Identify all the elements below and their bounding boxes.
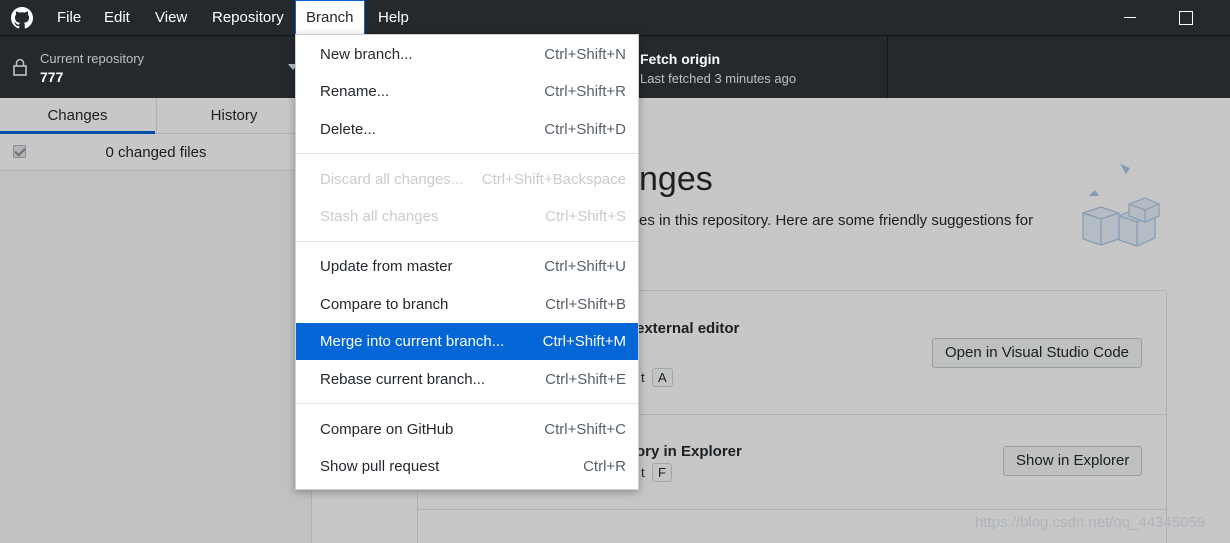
- menu-item-accelerator: Ctrl+Shift+R: [544, 83, 626, 100]
- menu-item-label: New branch...: [320, 46, 413, 63]
- menu-item-accelerator: Ctrl+Shift+D: [544, 121, 626, 138]
- menu-separator: [296, 241, 638, 242]
- menu-separator: [296, 403, 638, 404]
- watermark-text: https://blog.csdn.net/qq_44345059: [975, 514, 1206, 531]
- menu-item-label: Update from master: [320, 258, 453, 275]
- menu-item-label: Compare to branch: [320, 296, 449, 313]
- lock-icon: [13, 58, 27, 76]
- menu-item-compare-on-github[interactable]: Compare on GitHub Ctrl+Shift+C: [296, 411, 638, 448]
- fetch-origin-subtitle: Last fetched 3 minutes ago: [640, 71, 797, 86]
- menu-branch[interactable]: Branch: [295, 0, 365, 35]
- menu-item-accelerator: Ctrl+Shift+N: [544, 46, 626, 63]
- menu-item-label: Compare on GitHub: [320, 421, 454, 438]
- maximize-button[interactable]: [1162, 0, 1208, 35]
- menu-help[interactable]: Help: [368, 0, 419, 35]
- menu-separator: [296, 153, 638, 154]
- repository-name: 777: [40, 69, 64, 85]
- branch-menu-dropdown: New branch... Ctrl+Shift+N Rename... Ctr…: [295, 34, 639, 490]
- menu-file[interactable]: File: [47, 0, 91, 35]
- github-logo-icon[interactable]: [11, 7, 33, 29]
- menu-item-delete[interactable]: Delete... Ctrl+Shift+D: [296, 111, 638, 148]
- menu-view[interactable]: View: [145, 0, 197, 35]
- title-bar: File Edit View Repository Branch Help: [0, 0, 1230, 35]
- current-repository-button[interactable]: Current repository 777: [0, 36, 312, 98]
- fetch-origin-title: Fetch origin: [640, 51, 721, 67]
- minimize-button[interactable]: [1107, 0, 1153, 35]
- menu-item-accelerator: Ctrl+Shift+Backspace: [481, 171, 626, 188]
- menu-item-stash-all-changes: Stash all changes Ctrl+Shift+S: [296, 198, 638, 235]
- menu-item-label: Merge into current branch...: [320, 333, 505, 350]
- menu-edit[interactable]: Edit: [94, 0, 140, 35]
- menu-repository[interactable]: Repository: [202, 0, 294, 35]
- menu-item-label: Discard all changes...: [320, 171, 464, 188]
- menu-item-accelerator: Ctrl+Shift+B: [545, 296, 626, 313]
- menu-item-accelerator: Ctrl+Shift+E: [545, 371, 626, 388]
- fetch-origin-button[interactable]: Fetch origin Last fetched 3 minutes ago: [622, 36, 888, 98]
- menu-item-merge-into-current-branch[interactable]: Merge into current branch... Ctrl+Shift+…: [296, 323, 638, 360]
- menu-item-rename[interactable]: Rename... Ctrl+Shift+R: [296, 73, 638, 110]
- menu-item-rebase-current-branch[interactable]: Rebase current branch... Ctrl+Shift+E: [296, 361, 638, 398]
- current-repository-label: Current repository: [40, 51, 145, 66]
- menu-item-label: Stash all changes: [320, 208, 439, 225]
- menu-item-label: Rename...: [320, 83, 390, 100]
- menu-item-compare-to-branch[interactable]: Compare to branch Ctrl+Shift+B: [296, 286, 638, 323]
- menu-item-accelerator: Ctrl+Shift+M: [542, 333, 626, 350]
- menu-item-label: Show pull request: [320, 458, 440, 475]
- menu-item-label: Rebase current branch...: [320, 371, 486, 388]
- menu-item-accelerator: Ctrl+Shift+S: [545, 208, 626, 225]
- menu-item-label: Delete...: [320, 121, 376, 138]
- menu-item-update-from-master[interactable]: Update from master Ctrl+Shift+U: [296, 248, 638, 285]
- menu-item-accelerator: Ctrl+R: [583, 458, 626, 475]
- menu-item-new-branch[interactable]: New branch... Ctrl+Shift+N: [296, 36, 638, 73]
- menu-item-accelerator: Ctrl+Shift+U: [544, 258, 626, 275]
- menu-item-accelerator: Ctrl+Shift+C: [544, 421, 626, 438]
- menu-item-show-pull-request[interactable]: Show pull request Ctrl+R: [296, 448, 638, 485]
- menu-item-discard-all-changes: Discard all changes... Ctrl+Shift+Backsp…: [296, 161, 638, 198]
